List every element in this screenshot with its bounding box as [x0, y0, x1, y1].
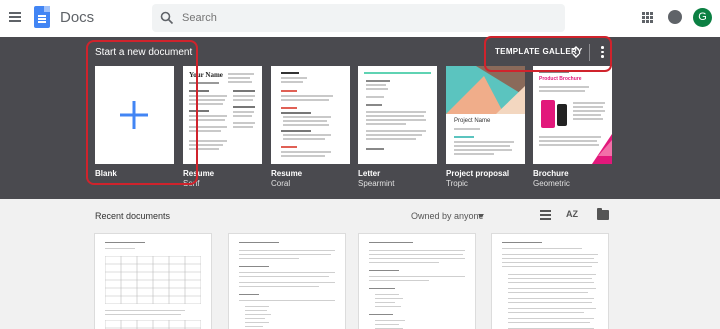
template-name[interactable]: Project proposal	[446, 169, 509, 178]
template-letter-spearmint[interactable]	[358, 66, 437, 164]
apps-grid-icon[interactable]	[642, 12, 653, 23]
main-menu-icon[interactable]	[9, 12, 21, 22]
table-preview	[105, 256, 201, 304]
product-image	[541, 100, 555, 128]
top-app-bar: Docs G	[0, 0, 720, 37]
search-icon[interactable]	[160, 11, 174, 25]
list-view-icon[interactable]	[540, 210, 551, 220]
app-title[interactable]: Docs	[60, 9, 94, 26]
owner-filter-dropdown[interactable]: Owned by anyone	[411, 211, 484, 221]
template-resume-coral[interactable]	[271, 66, 350, 164]
template-variant[interactable]: Tropic	[446, 179, 468, 188]
cover-art	[446, 66, 525, 114]
sort-az-icon[interactable]: AZ	[566, 209, 578, 219]
highlight-blank-template	[86, 40, 198, 185]
docs-icon[interactable]	[34, 6, 50, 28]
dropdown-caret-icon[interactable]	[478, 214, 484, 218]
template-name[interactable]: Resume	[271, 169, 302, 178]
table-preview	[105, 320, 201, 329]
template-name[interactable]: Brochure	[533, 169, 569, 178]
avatar[interactable]: G	[693, 8, 712, 27]
recent-doc-thumbnail[interactable]	[491, 233, 609, 329]
template-variant[interactable]: Coral	[271, 179, 290, 188]
geometric-decoration	[592, 134, 612, 164]
recent-doc-thumbnail[interactable]	[228, 233, 346, 329]
recent-documents-title: Recent documents	[95, 211, 171, 221]
template-variant[interactable]: Geometric	[533, 179, 570, 188]
accent-rule	[364, 72, 431, 74]
highlight-template-gallery	[484, 36, 612, 72]
template-name[interactable]: Letter	[358, 169, 380, 178]
folder-icon[interactable]	[597, 208, 609, 220]
product-image	[557, 104, 567, 126]
recent-doc-thumbnail[interactable]	[94, 233, 212, 329]
thumb-heading: Product Brochure	[539, 76, 582, 82]
search-box[interactable]	[152, 4, 565, 32]
template-brochure-geometric[interactable]: Product Brochure	[533, 66, 612, 164]
thumb-heading: Project Name	[454, 118, 491, 124]
template-project-proposal-tropic[interactable]: Project Name	[446, 66, 525, 164]
recent-doc-thumbnail[interactable]	[358, 233, 476, 329]
search-input[interactable]	[182, 10, 542, 26]
notifications-icon[interactable]	[668, 10, 682, 24]
template-variant[interactable]: Spearmint	[358, 179, 394, 188]
